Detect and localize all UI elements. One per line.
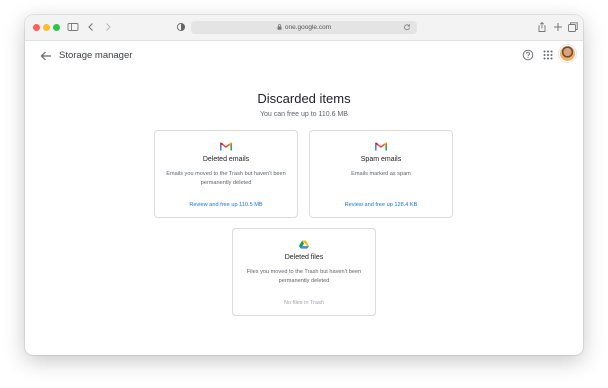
help-icon[interactable] <box>522 49 534 61</box>
browser-toolbar: one.google.com <box>25 15 583 41</box>
lock-icon <box>277 24 282 30</box>
new-tab-icon[interactable] <box>552 21 564 33</box>
card-description: Emails you moved to the Trash but haven'… <box>166 171 286 186</box>
sidebar-toggle-icon[interactable] <box>67 21 79 33</box>
apps-grid-icon[interactable] <box>542 49 554 61</box>
card-title: Deleted files <box>284 254 324 261</box>
review-deleted-emails-link[interactable]: Review and free up 110.5 MB <box>155 202 297 208</box>
address-bar[interactable]: one.google.com <box>191 21 417 34</box>
card-description: Files you moved to the Trash but haven't… <box>246 269 362 284</box>
browser-forward-icon[interactable] <box>102 21 114 33</box>
minimize-window-button[interactable] <box>43 24 50 31</box>
gmail-icon <box>220 142 232 151</box>
card-title: Deleted emails <box>202 156 250 163</box>
discarded-items-heading: Discarded items <box>257 91 351 106</box>
browser-window: one.google.com Storage manager Discarded… <box>25 15 583 355</box>
review-spam-emails-link[interactable]: Review and free up 128.4 KB <box>310 202 452 208</box>
card-description: Emails marked as spam <box>351 171 411 177</box>
reload-icon[interactable] <box>403 23 411 31</box>
google-drive-icon <box>298 240 310 249</box>
back-arrow-icon[interactable] <box>39 49 53 63</box>
deleted-files-card[interactable]: Deleted files Files you moved to the Tra… <box>232 228 376 316</box>
close-window-button[interactable] <box>33 24 40 31</box>
card-title: Spam emails <box>360 156 402 163</box>
privacy-shield-icon[interactable] <box>175 21 187 33</box>
maximize-window-button[interactable] <box>53 24 60 31</box>
free-up-summary: You can free up to 110.6 MB <box>260 111 348 118</box>
address-url: one.google.com <box>284 24 332 31</box>
share-icon[interactable] <box>536 21 548 33</box>
app-bar: Storage manager <box>25 41 583 71</box>
deleted-emails-card[interactable]: Deleted emails Emails you moved to the T… <box>154 130 298 218</box>
spam-emails-card[interactable]: Spam emails Emails marked as spam Review… <box>309 130 453 218</box>
gmail-icon <box>375 142 387 151</box>
no-files-status: No files in Trash <box>283 300 325 306</box>
browser-back-icon[interactable] <box>85 21 97 33</box>
tab-overview-icon[interactable] <box>567 21 579 33</box>
account-avatar[interactable] <box>560 46 575 61</box>
page-title: Storage manager <box>59 50 133 61</box>
